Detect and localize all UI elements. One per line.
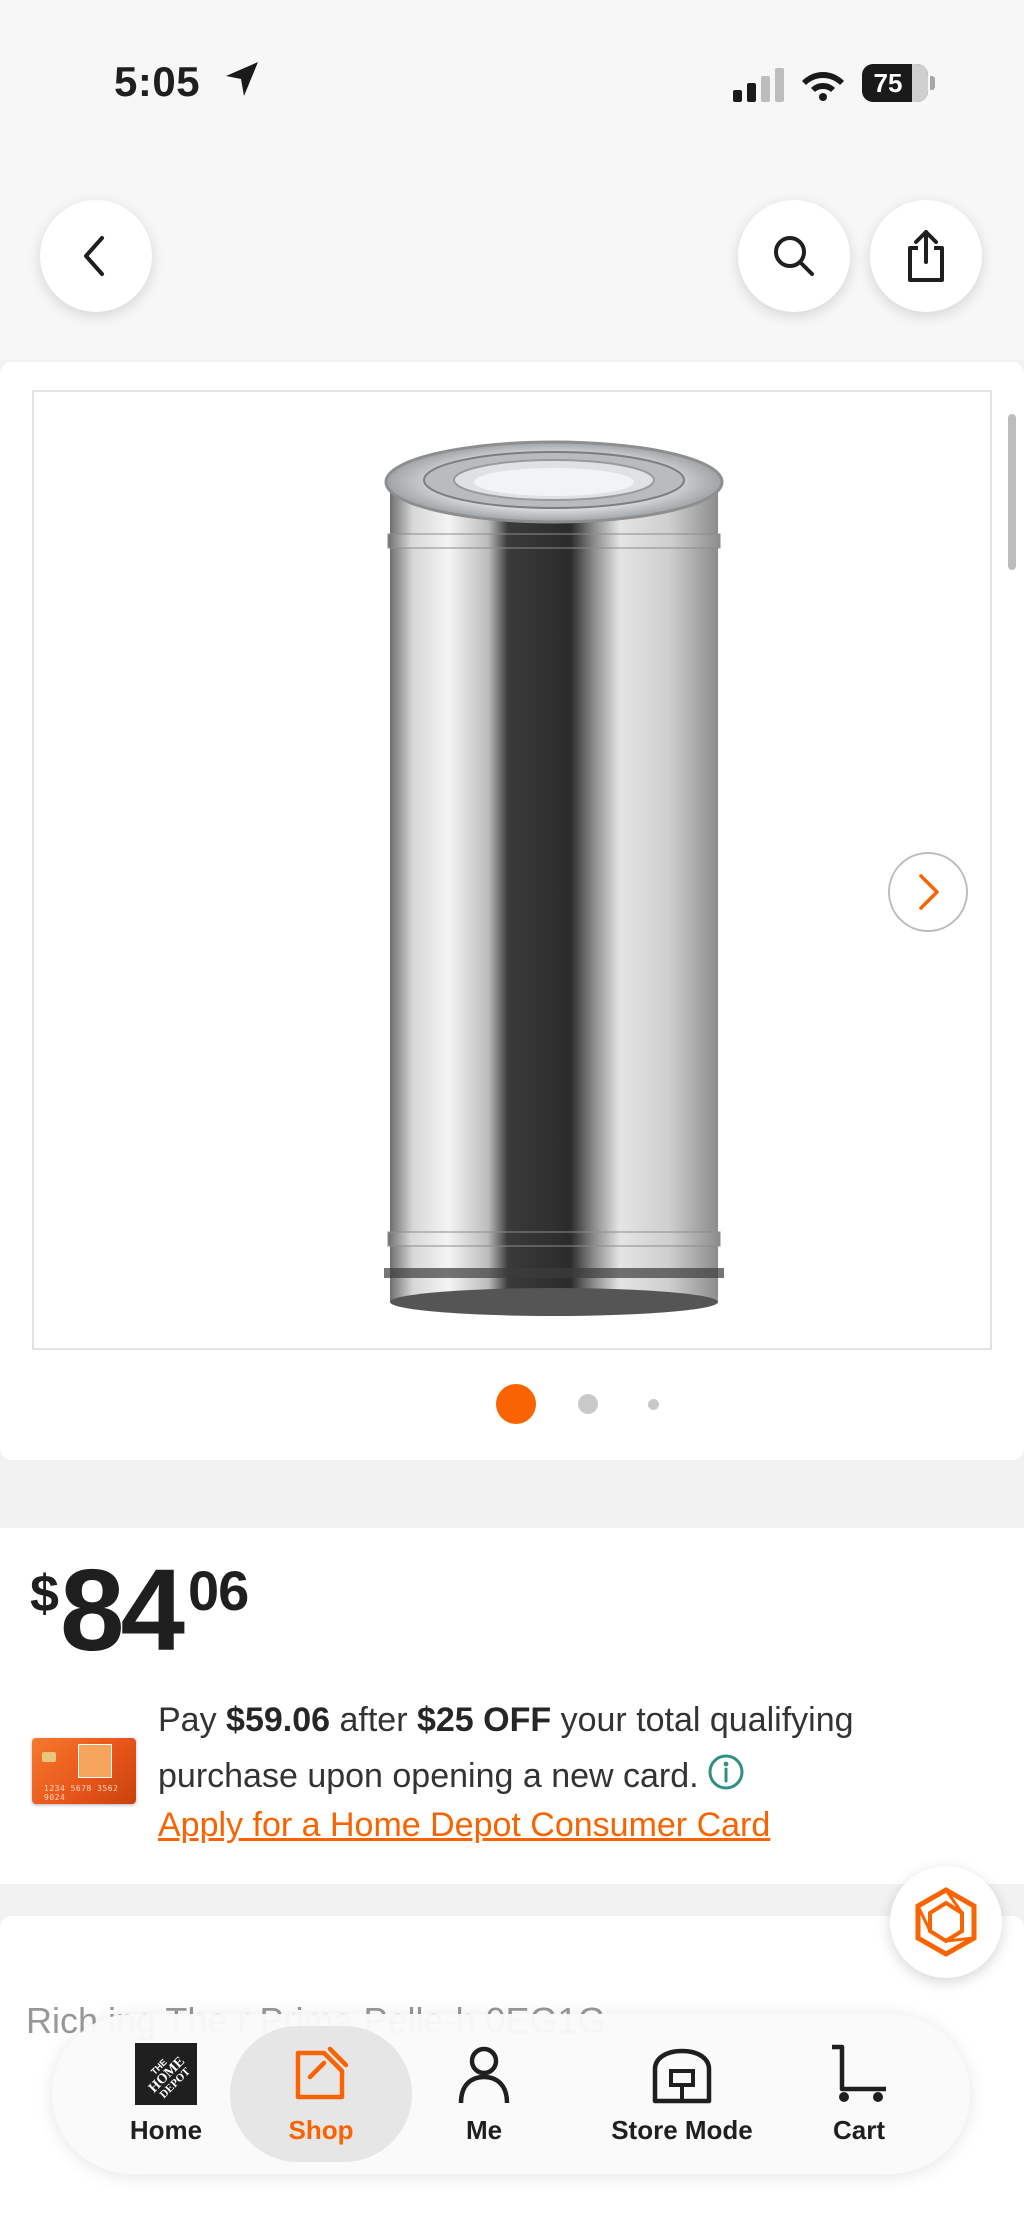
search-icon (774, 236, 814, 276)
next-image-button[interactable] (888, 852, 968, 932)
battery-level: 75 (873, 68, 903, 98)
gallery-pagination (0, 1382, 1024, 1426)
tab-label: Shop (288, 2114, 354, 2145)
tab-shop[interactable]: Shop (230, 2026, 412, 2162)
promo-discount: $25 OFF (416, 1701, 552, 1739)
search-button[interactable] (738, 200, 850, 312)
pagination-dot[interactable] (648, 1399, 659, 1410)
chevron-left-icon (84, 236, 104, 276)
info-icon[interactable] (707, 1753, 745, 1791)
location-arrow-icon (226, 62, 258, 96)
battery-icon: 75 (862, 64, 935, 102)
product-image-chimney-pipe (384, 440, 724, 1316)
product-page: 5:05 75 $ 84 06 1234 5678 3562 9024 Pay … (0, 0, 1024, 2226)
gallery-scrollbar[interactable] (1008, 414, 1016, 570)
chevron-right-icon (919, 874, 939, 910)
assistant-chat-button[interactable] (890, 1866, 1002, 1978)
tab-label: Store Mode (611, 2114, 753, 2145)
back-button[interactable] (40, 200, 152, 312)
product-gallery (0, 362, 1024, 1460)
product-image-frame[interactable] (32, 390, 992, 1350)
share-icon (908, 230, 944, 282)
tab-label: Me (465, 2114, 503, 2145)
tab-store-mode[interactable]: Store Mode (582, 2026, 782, 2162)
header-bar (0, 170, 1024, 360)
price-dollars: 84 (60, 1545, 185, 1675)
consumer-card-image: 1234 5678 3562 9024 (32, 1738, 136, 1804)
home-depot-logo-icon: THE HOME DEPOT (135, 2042, 197, 2105)
hexagon-assistant-icon (915, 1887, 977, 1957)
card-number: 1234 5678 3562 9024 (44, 1784, 119, 1802)
promo-pay-amount: $59.06 (226, 1701, 331, 1739)
share-button[interactable] (870, 200, 982, 312)
apply-card-link[interactable]: Apply for a Home Depot Consumer Card (158, 1806, 770, 1845)
cart-icon (832, 2044, 886, 2102)
store-icon (652, 2048, 712, 2103)
tab-cart[interactable]: Cart (794, 2026, 924, 2162)
tab-label: Home (129, 2114, 203, 2145)
tab-home[interactable]: THE HOME DEPOT Home (96, 2026, 236, 2162)
tab-me[interactable]: Me (424, 2026, 544, 2162)
shop-tag-icon (295, 2046, 349, 2099)
card-promo-text: Pay $59.06 after $25 OFF your total qual… (158, 1701, 854, 1795)
bottom-tab-bar: THE HOME DEPOT Home Shop Me Store Mode C… (52, 2014, 970, 2174)
wifi-icon (802, 72, 844, 101)
pagination-dot[interactable] (578, 1394, 598, 1414)
price-currency: $ (30, 1565, 59, 1623)
pagination-dot-active[interactable] (496, 1384, 536, 1424)
status-time: 5:05 (114, 58, 201, 105)
tab-label: Cart (832, 2114, 885, 2145)
cellular-signal-icon (733, 68, 784, 102)
status-bar: 5:05 75 (0, 0, 1024, 170)
person-icon (458, 2046, 510, 2103)
price-cents: 06 (188, 1559, 249, 1622)
